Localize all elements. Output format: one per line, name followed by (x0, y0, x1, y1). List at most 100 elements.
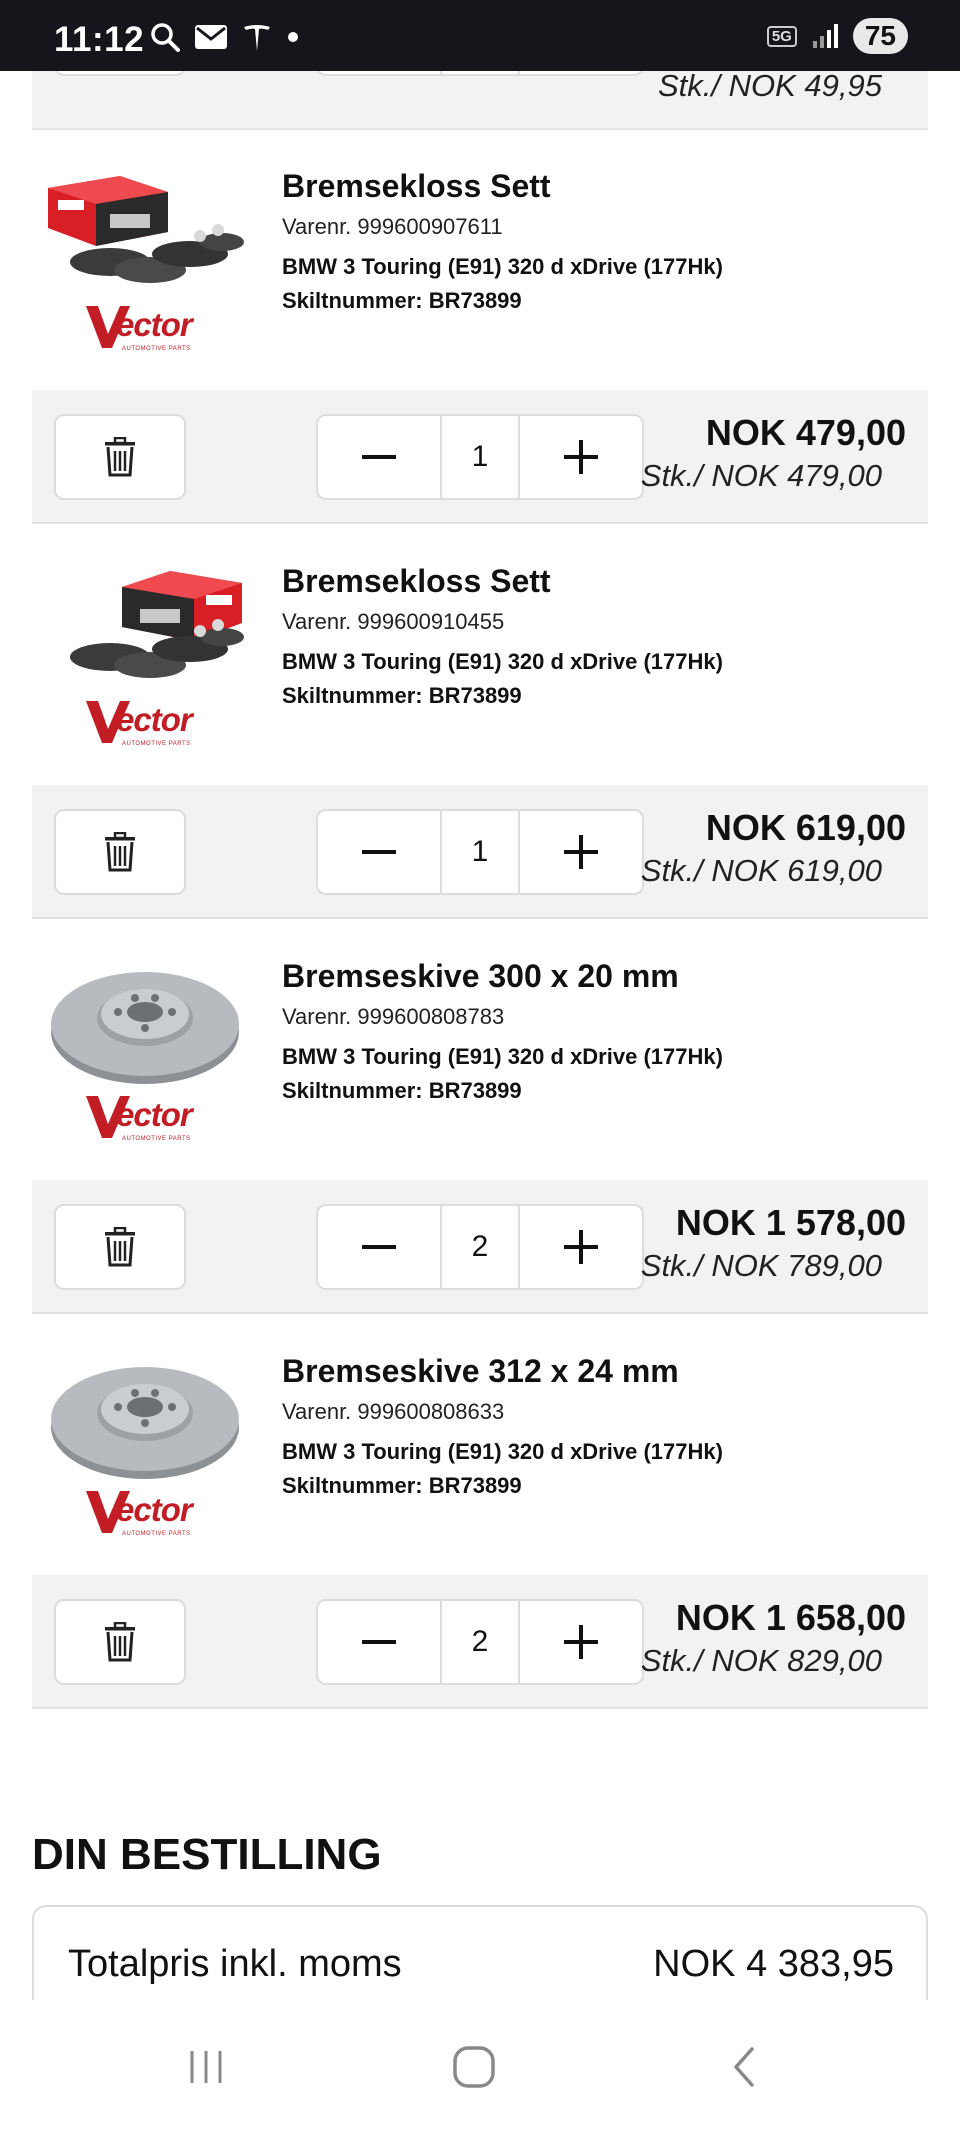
brand-tagline: AUTOMOTIVE PARTS (122, 346, 191, 352)
quantity-value[interactable]: 2 (440, 1206, 520, 1288)
license-plate-number: Skiltnummer: BR73899 (282, 1078, 522, 1103)
quantity-stepper: 1 (316, 414, 644, 500)
unit-price: Stk./ NOK 479,00 (640, 458, 882, 493)
plus-icon (564, 440, 598, 474)
brand-logo: ector AUTOMOTIVE PARTS (86, 306, 216, 360)
cart-item: ector AUTOMOTIVE PARTS Bremseskive 312 x 2… (32, 1315, 928, 1709)
brand-name: ector (116, 701, 193, 738)
order-summary-box: Totalpris inkl. moms NOK 4 383,95 (32, 1905, 928, 2000)
product-name[interactable]: Bremseskive 312 x 24 mm (282, 1353, 679, 1390)
signal-icon (812, 24, 838, 48)
search-icon (151, 23, 180, 52)
product-image-brake-disc (51, 1367, 239, 1479)
tesla-icon (244, 25, 270, 51)
license-plate-number: Skiltnummer: BR73899 (282, 683, 522, 708)
cart-item: ector AUTOMOTIVE PARTS Bremsekloss Sett Var… (32, 130, 928, 524)
minus-icon (362, 455, 396, 459)
plus-icon (564, 835, 598, 869)
item-action-bar: 1 NOK 619,00 Stk./ NOK 619,00 (32, 785, 928, 919)
minus-icon (362, 1245, 396, 1249)
delete-item-button[interactable] (54, 1599, 186, 1685)
unit-price: Stk./ NOK 829,00 (640, 1643, 882, 1678)
decrease-quantity-button[interactable] (318, 1206, 440, 1288)
product-image[interactable] (40, 1355, 250, 1479)
cart-page: Stk./ NOK 49,95 ector AUTOMOTIVE PARTS Bre… (0, 0, 960, 2000)
brand-name: ector (116, 1096, 193, 1133)
status-right: 5G 75 (766, 18, 908, 54)
trash-icon (105, 437, 135, 477)
product-number: Varenr. 999600910455 (282, 609, 505, 634)
mail-icon (195, 25, 227, 49)
product-name[interactable]: Bremseskive 300 x 20 mm (282, 958, 679, 995)
trash-icon (105, 832, 135, 872)
item-info: ector AUTOMOTIVE PARTS Bremsekloss Sett Var… (32, 130, 928, 390)
increase-quantity-button[interactable] (520, 811, 642, 893)
minus-icon (362, 1640, 396, 1644)
line-total-price: NOK 619,00 (705, 807, 906, 848)
increase-quantity-button[interactable] (520, 416, 642, 498)
order-summary-title: DIN BESTILLING (32, 1830, 382, 1879)
cart-item: ector AUTOMOTIVE PARTS Bremsekloss Sett Var… (32, 525, 928, 919)
product-number: Varenr. 999600808783 (282, 1004, 505, 1029)
battery-indicator: 75 (852, 18, 908, 54)
brand-tagline: AUTOMOTIVE PARTS (122, 1136, 191, 1142)
item-action-bar: 2 NOK 1 578,00 Stk./ NOK 789,00 (32, 1180, 928, 1314)
dot-icon (288, 32, 298, 42)
total-price-value: NOK 4 383,95 (653, 1943, 894, 1985)
item-action-bar: 2 NOK 1 658,00 Stk./ NOK 829,00 (32, 1575, 928, 1709)
increase-quantity-button[interactable] (520, 1601, 642, 1683)
brand-tagline: AUTOMOTIVE PARTS (122, 1531, 191, 1537)
quantity-stepper: 2 (316, 1204, 644, 1290)
vehicle-model: BMW 3 Touring (E91) 320 d xDrive (177Hk) (282, 649, 723, 674)
increase-quantity-button[interactable] (520, 1206, 642, 1288)
product-image[interactable] (40, 170, 250, 290)
home-icon (453, 2046, 495, 2088)
quantity-stepper: 1 (316, 809, 644, 895)
quantity-value[interactable]: 1 (440, 416, 520, 498)
product-number: Varenr. 999600808633 (282, 1399, 505, 1424)
trash-icon (105, 1622, 135, 1662)
license-plate-number: Skiltnummer: BR73899 (282, 1473, 522, 1498)
vehicle-model: BMW 3 Touring (E91) 320 d xDrive (177Hk) (282, 254, 723, 279)
brand-tagline: AUTOMOTIVE PARTS (122, 741, 191, 747)
quantity-value[interactable]: 2 (440, 1601, 520, 1683)
vehicle-model: BMW 3 Touring (E91) 320 d xDrive (177Hk) (282, 1044, 723, 1069)
unit-price: Stk./ NOK 619,00 (640, 853, 882, 888)
brand-logo: ector AUTOMOTIVE PARTS (86, 701, 216, 755)
line-total-price: NOK 479,00 (705, 412, 906, 453)
android-nav-bar (0, 2000, 960, 2133)
brand-name: ector (116, 306, 193, 343)
delete-item-button[interactable] (54, 809, 186, 895)
brand-logo: ector AUTOMOTIVE PARTS (86, 1096, 216, 1150)
unit-price: Stk./ NOK 49,95 (658, 68, 882, 103)
item-info: ector AUTOMOTIVE PARTS Bremsekloss Sett Var… (32, 525, 928, 785)
decrease-quantity-button[interactable] (318, 811, 440, 893)
unit-price: Stk./ NOK 789,00 (640, 1248, 882, 1283)
status-bar: 11:12 5G 75 (0, 0, 960, 71)
trash-icon (105, 1227, 135, 1267)
quantity-value[interactable]: 1 (440, 811, 520, 893)
product-name[interactable]: Bremsekloss Sett (282, 563, 551, 600)
home-button[interactable] (444, 2042, 504, 2092)
cart-item: ector AUTOMOTIVE PARTS Bremseskive 300 x 2… (32, 920, 928, 1314)
product-image[interactable] (40, 565, 250, 685)
product-name[interactable]: Bremsekloss Sett (282, 168, 551, 205)
brand-name: ector (116, 1491, 193, 1528)
delete-item-button[interactable] (54, 1204, 186, 1290)
product-image-brake-pads (70, 571, 244, 678)
license-plate-number: Skiltnummer: BR73899 (282, 288, 522, 313)
product-image[interactable] (40, 960, 250, 1084)
product-image-brake-pads (48, 176, 244, 283)
product-image-brake-disc (51, 972, 239, 1084)
line-total-price: NOK 1 578,00 (675, 1202, 906, 1243)
delete-item-button[interactable] (54, 414, 186, 500)
brand-logo: ector AUTOMOTIVE PARTS (86, 1491, 216, 1545)
back-icon (734, 2047, 754, 2087)
vehicle-model: BMW 3 Touring (E91) 320 d xDrive (177Hk) (282, 1439, 723, 1464)
item-info: ector AUTOMOTIVE PARTS Bremseskive 312 x 2… (32, 1315, 928, 1575)
decrease-quantity-button[interactable] (318, 1601, 440, 1683)
recent-apps-button[interactable] (176, 2042, 236, 2092)
back-button[interactable] (714, 2042, 774, 2092)
decrease-quantity-button[interactable] (318, 416, 440, 498)
item-action-bar: 1 NOK 479,00 Stk./ NOK 479,00 (32, 390, 928, 524)
